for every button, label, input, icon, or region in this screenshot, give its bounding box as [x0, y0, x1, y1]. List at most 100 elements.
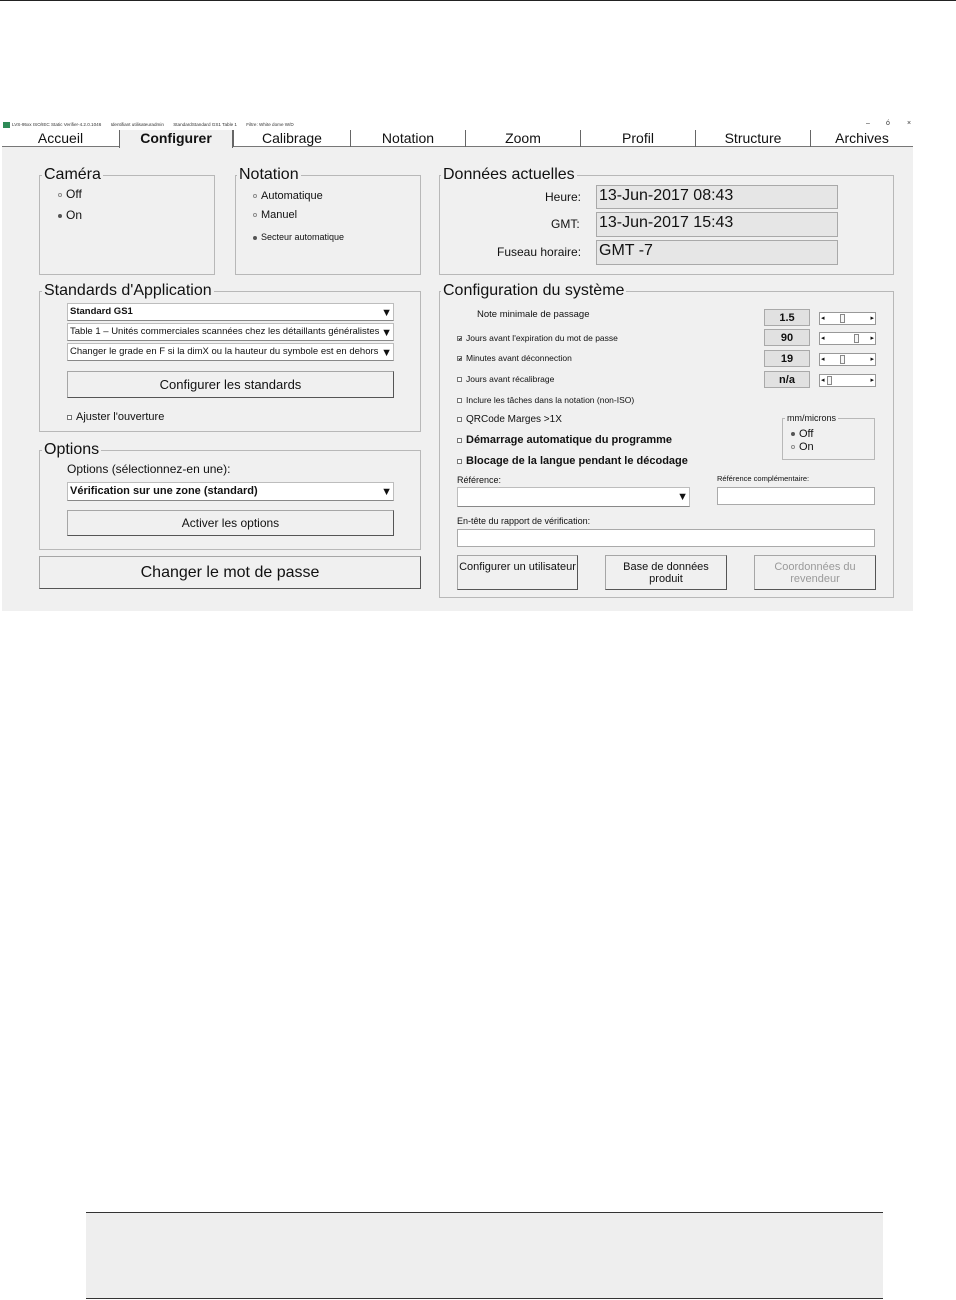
jours-expiration-slider[interactable]: ◂ ▸ [819, 332, 876, 345]
minutes-slider[interactable]: ◂ ▸ [819, 353, 876, 366]
radio-icon [58, 192, 62, 197]
demarrage-checkbox[interactable]: Démarrage automatique du programme [457, 435, 672, 446]
slider-left-arrow-icon: ◂ [821, 377, 825, 384]
restore-icon[interactable]: ó [886, 120, 890, 127]
minutes-checkbox[interactable]: Minutes avant déconnection [457, 353, 572, 363]
checkbox-icon [457, 377, 462, 383]
gmt-label: GMT: [551, 217, 580, 231]
radio-selected-icon [58, 213, 62, 218]
close-icon[interactable]: × [907, 120, 911, 127]
title-user: Identifiant utilisateuradmin [110, 122, 164, 127]
camera-on-radio[interactable]: On [58, 209, 82, 222]
change-password-button[interactable]: Changer le mot de passe [39, 556, 421, 589]
slider-thumb[interactable] [840, 355, 845, 364]
configure-standards-button[interactable]: Configurer les standards [67, 371, 394, 398]
ajuster-ouverture-checkbox[interactable]: Ajuster l'ouverture [67, 411, 164, 423]
radio-icon [253, 213, 257, 218]
mm-microns-title: mm/microns [785, 413, 838, 423]
entete-input[interactable] [457, 529, 875, 547]
reseller-info-button[interactable]: Coordonnées du revendeur [754, 555, 876, 590]
radio-icon [791, 445, 795, 450]
tab-structure[interactable]: Structure [695, 130, 810, 147]
checkbox-checked-icon [457, 356, 462, 362]
inclure-taches-checkbox[interactable]: Inclure les tâches dans la notation (non… [457, 395, 634, 405]
notation-manuel-radio[interactable]: Manuel [253, 209, 297, 222]
checkbox-icon [67, 414, 72, 420]
slider-left-arrow-icon: ◂ [821, 335, 825, 342]
checkbox-icon [457, 458, 462, 464]
camera-off-radio[interactable]: Off [58, 188, 82, 201]
dropdown-arrow-icon: ▼ [381, 347, 392, 359]
title-bar: LVS-95xx ISO/IEC Static Verifier-4.2.0.1… [2, 120, 913, 130]
options-combo[interactable]: Vérification sur une zone (standard) ▼ [67, 482, 394, 501]
tab-notation[interactable]: Notation [350, 130, 465, 147]
heure-label: Heure: [545, 190, 582, 204]
page-top-rule [0, 0, 956, 1]
notation-secteur-radio[interactable]: Secteur automatique [253, 231, 344, 244]
activate-options-button[interactable]: Activer les options [67, 510, 394, 536]
slider-thumb[interactable] [827, 376, 832, 385]
tab-calibrage[interactable]: Calibrage [233, 130, 350, 147]
camera-title: Caméra [42, 166, 103, 183]
mm-off-radio[interactable]: Off [791, 428, 813, 441]
slider-thumb[interactable] [854, 334, 859, 343]
tab-accueil[interactable]: Accueil [2, 130, 119, 147]
standard-combo[interactable]: Standard GS1 ▼ [67, 303, 394, 321]
tab-archives[interactable]: Archives [810, 130, 913, 147]
system-title: Configuration du système [441, 282, 627, 299]
configure-user-button[interactable]: Configurer un utilisateur [457, 555, 578, 590]
mm-on-radio[interactable]: On [791, 441, 814, 454]
tab-profil[interactable]: Profil [580, 130, 695, 147]
minimize-icon[interactable]: – [866, 120, 870, 127]
donnees-title: Données actuelles [441, 166, 577, 183]
radio-selected-icon [791, 432, 795, 437]
title-filter: Filtre: White dome W/D [246, 122, 294, 127]
footer-box [86, 1212, 883, 1299]
tab-zoom[interactable]: Zoom [465, 130, 580, 147]
tab-configurer[interactable]: Configurer [119, 130, 233, 148]
checkbox-icon [457, 416, 462, 422]
note-label: Note minimale de passage [477, 309, 590, 320]
product-database-button[interactable]: Base de données produit [605, 555, 727, 590]
reference-combo[interactable]: ▼ [457, 487, 690, 507]
slider-left-arrow-icon: ◂ [821, 356, 825, 363]
options-label: Options (sélectionnez-en une): [67, 462, 231, 476]
notation-title: Notation [237, 166, 301, 183]
fuseau-label: Fuseau horaire: [497, 245, 582, 259]
notation-auto-radio[interactable]: Automatique [253, 190, 323, 203]
blocage-langue-checkbox[interactable]: Blocage de la langue pendant le décodage [457, 456, 688, 467]
slider-left-arrow-icon: ◂ [821, 315, 825, 322]
ref-comp-input[interactable] [717, 487, 875, 505]
jours-expiration-value: 90 [764, 329, 810, 346]
slider-right-arrow-icon: ▸ [870, 315, 874, 322]
slider-right-arrow-icon: ▸ [870, 356, 874, 363]
recalibrage-value: n/a [764, 371, 810, 388]
note-value: 1.5 [764, 309, 810, 326]
ref-comp-label: Référence complémentaire: [717, 474, 810, 483]
standards-title: Standards d'Application [42, 282, 214, 299]
checkbox-icon [457, 437, 462, 443]
dropdown-arrow-icon: ▼ [381, 327, 392, 339]
slider-right-arrow-icon: ▸ [870, 335, 874, 342]
gmt-value: 13-Jun-2017 15:43 [596, 212, 838, 237]
heure-value: 13-Jun-2017 08:43 [596, 185, 838, 209]
reference-label: Référence: [457, 475, 502, 485]
slider-right-arrow-icon: ▸ [870, 377, 874, 384]
dropdown-arrow-icon: ▼ [381, 486, 392, 498]
app-window: LVS-95xx ISO/IEC Static Verifier-4.2.0.1… [2, 120, 913, 611]
checkbox-checked-icon [457, 336, 462, 342]
slider-thumb[interactable] [840, 314, 845, 323]
recalibrage-slider[interactable]: ◂ ▸ [819, 374, 876, 387]
minutes-value: 19 [764, 350, 810, 367]
jours-expiration-checkbox[interactable]: Jours avant l'expiration du mot de passe [457, 333, 618, 343]
fuseau-value: GMT -7 [596, 240, 838, 265]
recalibrage-checkbox[interactable]: Jours avant récalibrage [457, 374, 554, 384]
grade-rule-combo[interactable]: Changer le grade en F si la dimX ou la h… [67, 343, 394, 361]
checkbox-icon [457, 398, 462, 404]
radio-icon [253, 194, 257, 199]
table-combo[interactable]: Table 1 – Unités commerciales scannées c… [67, 323, 394, 341]
note-slider[interactable]: ◂ ▸ [819, 312, 876, 325]
options-title: Options [42, 441, 102, 458]
dropdown-arrow-icon: ▼ [381, 307, 392, 319]
qrcode-marges-checkbox[interactable]: QRCode Marges >1X [457, 415, 562, 425]
